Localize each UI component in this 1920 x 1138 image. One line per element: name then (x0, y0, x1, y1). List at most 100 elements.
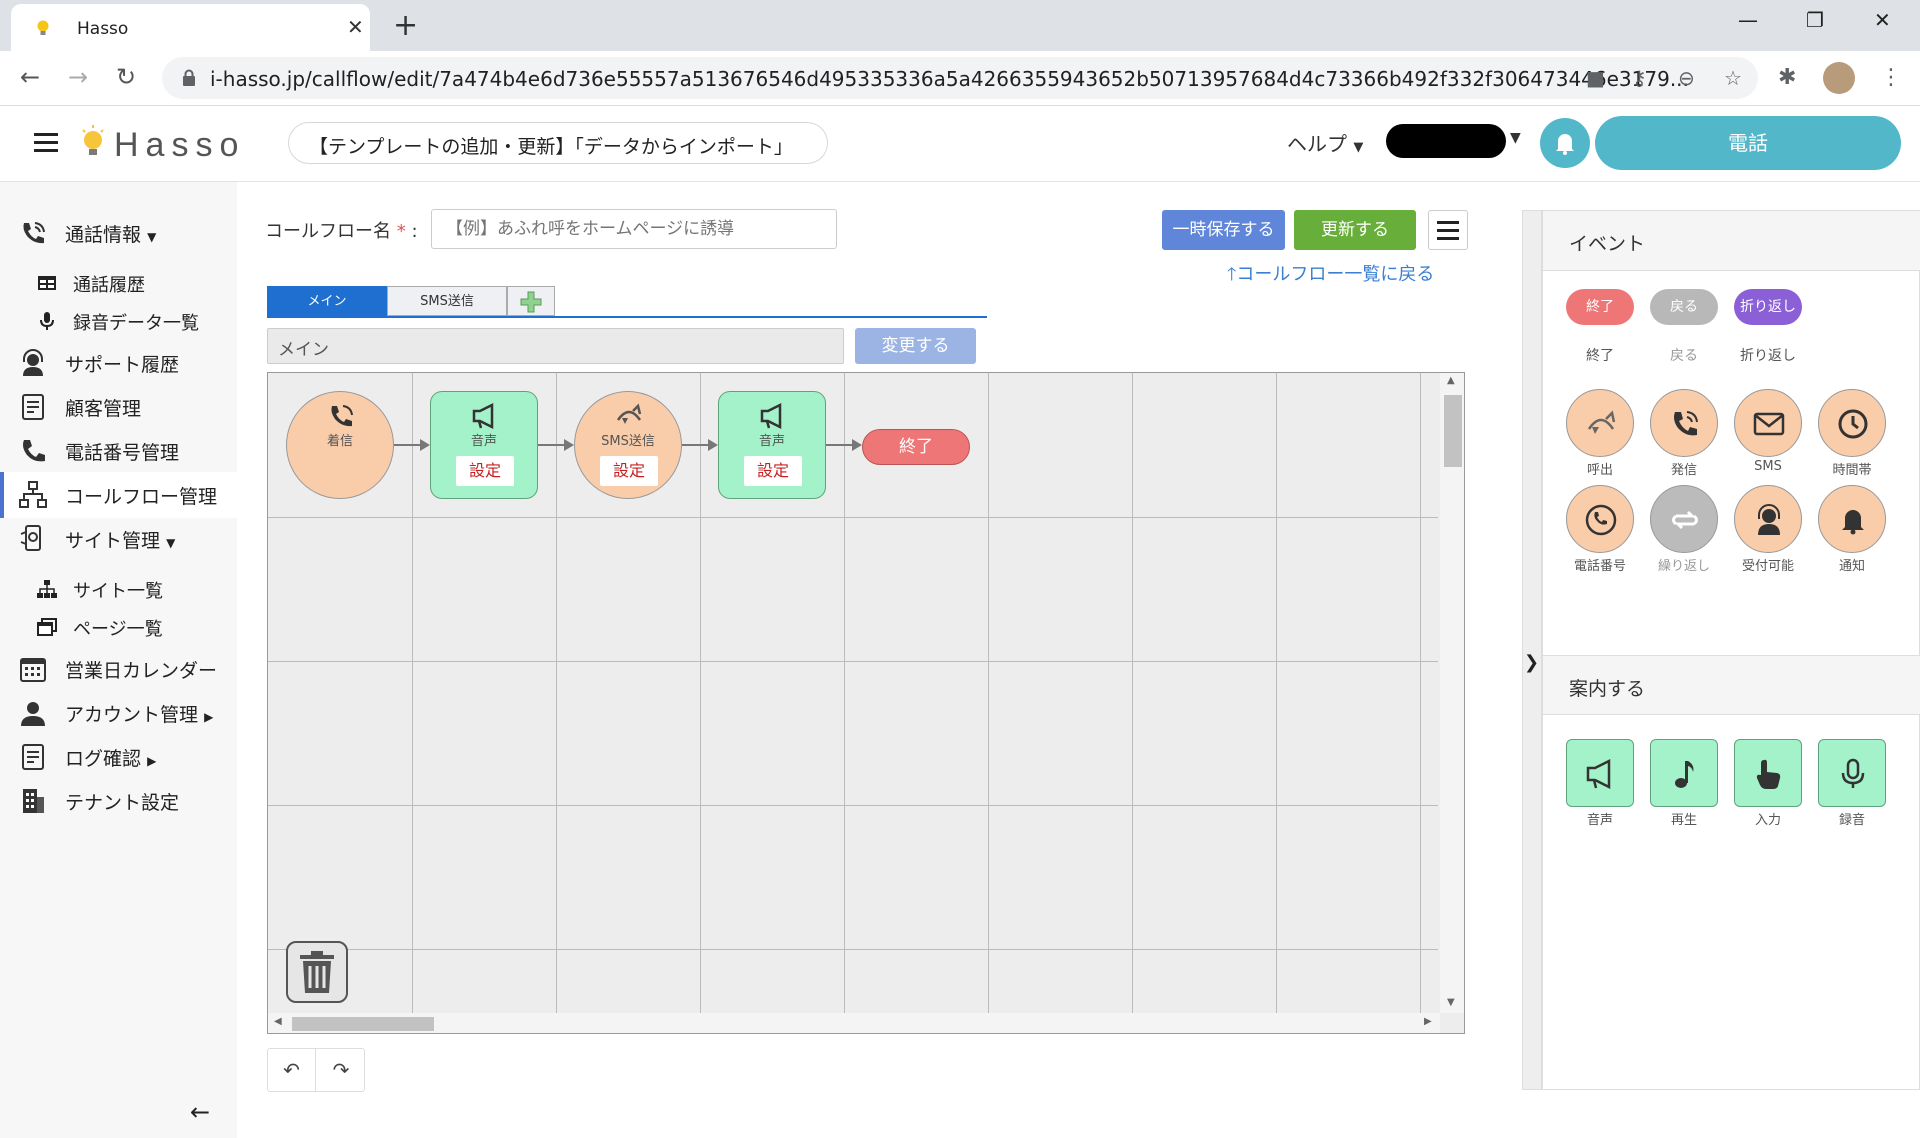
tab-main[interactable]: メイン (267, 286, 387, 316)
event-call-out[interactable] (1566, 389, 1634, 457)
options-menu-button[interactable] (1428, 210, 1468, 250)
tab-name-input[interactable]: メイン (267, 328, 844, 364)
save-draft-button[interactable]: 一時保存する (1162, 210, 1285, 250)
event-sms[interactable] (1734, 389, 1802, 457)
event-end-pill[interactable]: 終了 (1566, 289, 1634, 325)
undo-redo-group: ↶ ↷ (267, 1048, 365, 1092)
pill-caption: 折り返し (1740, 348, 1796, 364)
guide-label: 音声 (1586, 813, 1613, 828)
browser-tab[interactable]: Hasso ✕ (11, 4, 370, 51)
help-menu[interactable]: ヘルプ ▼ (1287, 128, 1363, 157)
guide-label: 再生 (1670, 813, 1697, 828)
flow-canvas[interactable]: 着信 音声 設定 SMS送信 設定 音声 設定 終了 ▲ ▼ ◀ ▶ (267, 372, 1465, 1034)
redo-icon[interactable]: ↷ (317, 1049, 365, 1091)
user-menu[interactable] (1386, 124, 1506, 158)
sidebar-item-support-history[interactable]: サポート履歴 (0, 340, 237, 386)
scrollbar-thumb[interactable] (292, 1017, 434, 1031)
horizontal-scrollbar[interactable]: ◀ ▶ (268, 1013, 1440, 1033)
sidebar-item-recordings[interactable]: 録音データ一覧 (0, 304, 237, 338)
sidebar-collapse-icon[interactable]: ← (190, 1098, 210, 1126)
event-dial[interactable] (1650, 389, 1718, 457)
sidebar-item-tenant-settings[interactable]: テナント設定 (0, 778, 237, 824)
sidebar-item-business-calendar[interactable]: 営業日カレンダー (0, 646, 237, 692)
guide-voice[interactable] (1566, 739, 1634, 807)
flow-node-end[interactable]: 終了 (862, 429, 970, 465)
scroll-up-icon[interactable]: ▲ (1447, 375, 1455, 386)
restore-icon[interactable]: ❐ (1806, 8, 1824, 32)
update-button[interactable]: 更新する (1294, 210, 1416, 250)
event-phone-number[interactable] (1566, 485, 1634, 553)
key-icon[interactable]: ⚷ (1632, 66, 1647, 90)
grid-line (268, 949, 1438, 950)
notification-button[interactable] (1540, 118, 1590, 168)
profile-avatar[interactable] (1823, 62, 1855, 94)
chevron-right-icon[interactable]: ❯ (1524, 652, 1539, 673)
event-label: 発信 (1670, 463, 1697, 478)
panel-toggle[interactable] (1522, 210, 1542, 1090)
camera-icon[interactable]: ■ (1586, 66, 1605, 90)
node-label: 音声 (758, 434, 785, 449)
node-settings-button[interactable]: 設定 (456, 456, 514, 486)
event-notify[interactable] (1818, 485, 1886, 553)
caret-down-icon[interactable]: ▼ (1510, 130, 1521, 146)
event-repeat[interactable] (1650, 485, 1718, 553)
hamburger-menu-icon[interactable] (34, 133, 58, 153)
tab-close-icon[interactable]: ✕ (347, 15, 364, 39)
sidebar-item-account-management[interactable]: アカウント管理 ▶ (0, 690, 237, 736)
new-tab-icon[interactable]: + (393, 8, 418, 43)
window-close-icon[interactable]: ✕ (1874, 8, 1891, 32)
event-time[interactable] (1818, 389, 1886, 457)
back-to-list-link[interactable]: 🡑コールフロー一覧に戻る (1227, 260, 1434, 292)
flow-node-voice[interactable]: 音声 設定 (430, 391, 538, 499)
minimize-icon[interactable]: — (1738, 8, 1758, 32)
add-tab-button[interactable] (507, 286, 555, 316)
sidebar-item-page-list[interactable]: ページ一覧 (0, 610, 237, 644)
scroll-left-icon[interactable]: ◀ (274, 1016, 282, 1027)
required-mark: * (396, 221, 406, 242)
guide-record[interactable] (1818, 739, 1886, 807)
flow-node-voice[interactable]: 音声 設定 (718, 391, 826, 499)
extensions-icon[interactable]: ✱ (1778, 65, 1796, 90)
guide-input[interactable] (1734, 739, 1802, 807)
sidebar-item-customers[interactable]: 顧客管理 (0, 384, 237, 430)
trash-icon[interactable] (286, 941, 348, 1003)
flow-node-sms[interactable]: SMS送信 設定 (574, 391, 682, 499)
scroll-down-icon[interactable]: ▼ (1447, 997, 1455, 1008)
guide-play[interactable] (1650, 739, 1718, 807)
node-settings-button[interactable]: 設定 (600, 456, 658, 486)
undo-icon[interactable]: ↶ (268, 1049, 316, 1091)
node-settings-button[interactable]: 設定 (744, 456, 802, 486)
vertical-scrollbar[interactable]: ▲ ▼ (1440, 373, 1464, 1013)
sidebar-item-phone-numbers[interactable]: 電話番号管理 (0, 428, 237, 474)
scrollbar-thumb[interactable] (1444, 395, 1462, 467)
sidebar-item-label: 通話履歴 (73, 275, 145, 296)
sidebar-item-label: 顧客管理 (65, 398, 142, 420)
change-button[interactable]: 変更する (855, 328, 976, 364)
bookmark-star-icon[interactable]: ☆ (1724, 66, 1742, 90)
address-bar[interactable]: i-hasso.jp/callflow/edit/7a474b4e6d736e5… (162, 57, 1758, 99)
back-icon[interactable]: ← (20, 63, 40, 91)
node-label: SMS送信 (601, 434, 655, 449)
template-notice[interactable]: 【テンプレートの追加・更新】「データからインポート」 (288, 122, 828, 164)
event-available[interactable] (1734, 485, 1802, 553)
sidebar-item-site-management[interactable]: サイト管理 ▼ (0, 516, 237, 562)
sidebar-item-site-list[interactable]: サイト一覧 (0, 572, 237, 606)
zoom-icon[interactable]: ⊖ (1678, 66, 1695, 90)
scroll-right-icon[interactable]: ▶ (1424, 1016, 1432, 1027)
sidebar-item-call-info[interactable]: 通話情報 ▼ (0, 210, 237, 256)
reload-icon[interactable]: ↻ (116, 63, 136, 91)
redirect-icon (1587, 410, 1616, 434)
event-back-pill[interactable]: 戻る (1650, 289, 1718, 325)
flow-name-input[interactable] (431, 209, 837, 249)
help-label: ヘルプ (1287, 132, 1347, 156)
tab-sms[interactable]: SMS送信 (387, 286, 507, 316)
event-callback-pill[interactable]: 折り返し (1734, 289, 1802, 325)
browser-menu-icon[interactable]: ⋮ (1880, 65, 1902, 90)
flow-node-incoming[interactable]: 着信 (286, 391, 394, 499)
sidebar-item-call-history[interactable]: 通話履歴 (0, 266, 237, 300)
sidebar-item-callflow[interactable]: コールフロー管理 (0, 472, 237, 518)
mail-icon (1753, 412, 1785, 436)
sidebar-item-log[interactable]: ログ確認 ▶ (0, 734, 237, 780)
phone-button[interactable]: 電話 (1595, 116, 1901, 170)
forward-icon[interactable]: → (68, 63, 88, 91)
